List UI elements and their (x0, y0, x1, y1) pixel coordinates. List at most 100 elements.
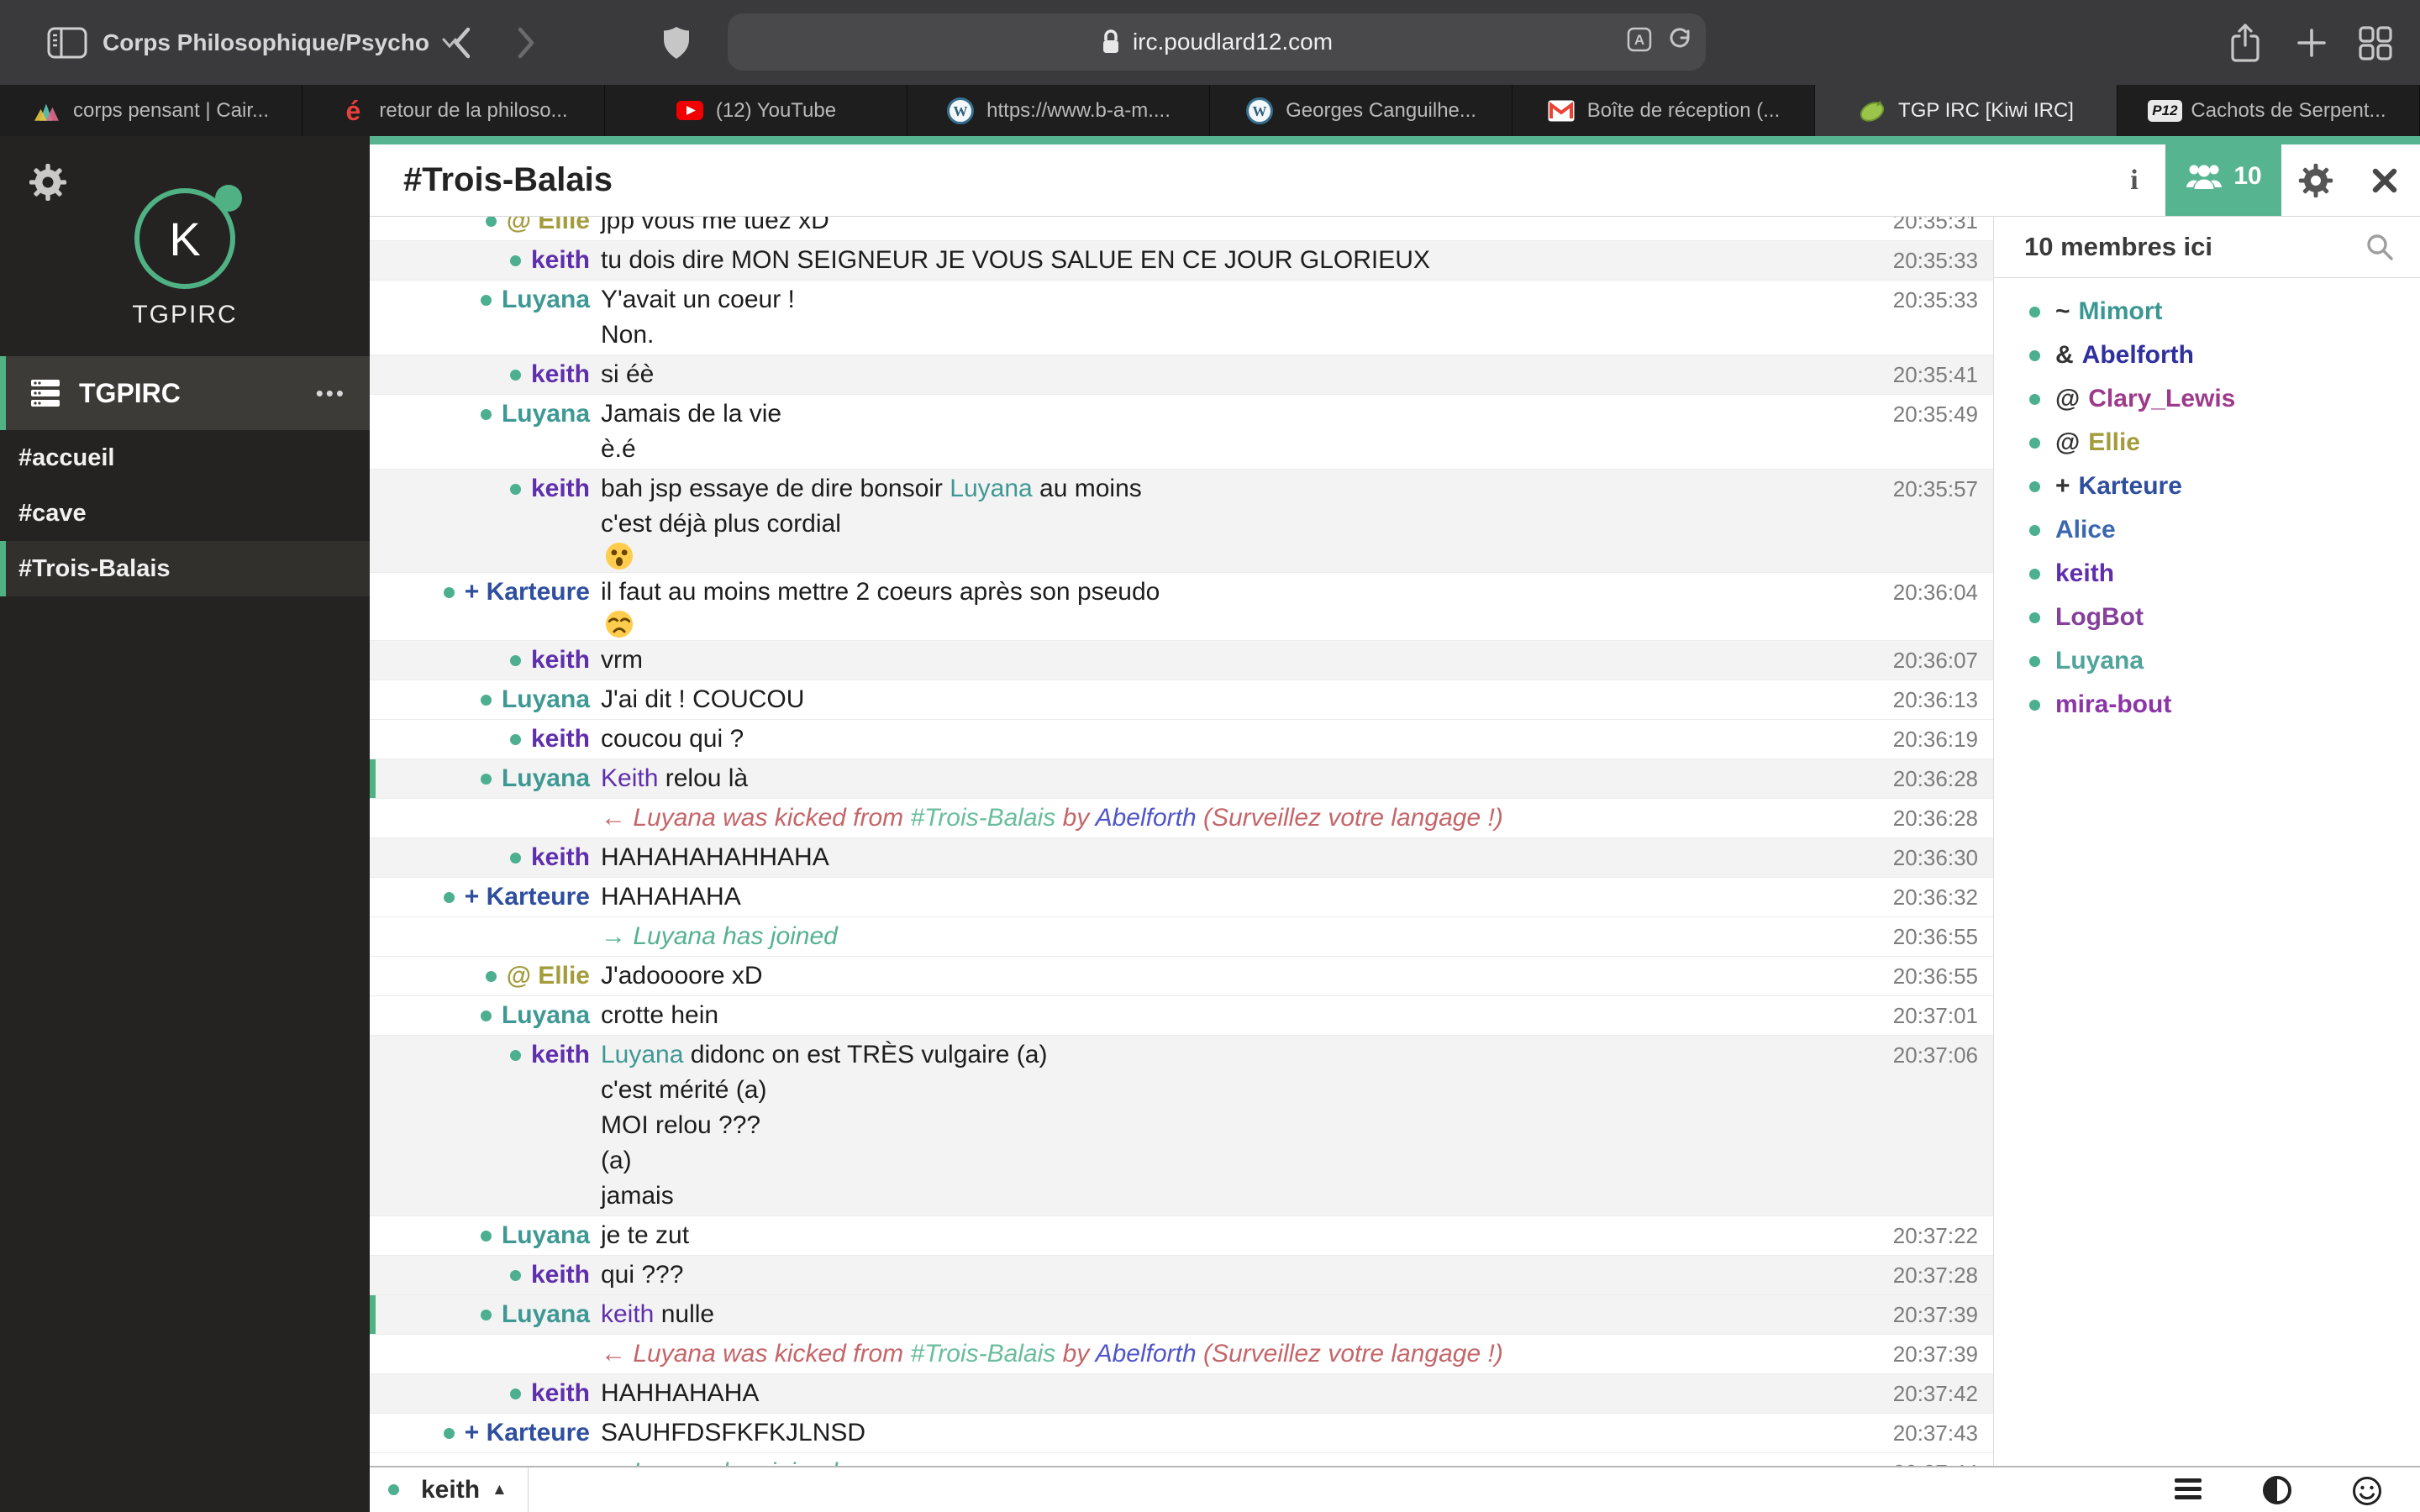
theme-contrast-icon[interactable] (2262, 1475, 2292, 1505)
message-text: Y'avait un coeur ! Non. (601, 286, 795, 349)
message-nick[interactable]: Luyana (502, 1300, 590, 1328)
translate-icon[interactable]: A (1627, 27, 1652, 52)
tab-overview-icon[interactable] (2358, 25, 2393, 60)
browser-tab-2[interactable]: é retour de la philoso... (302, 85, 605, 136)
privacy-shield-icon[interactable] (662, 25, 691, 60)
new-tab-icon[interactable] (2296, 27, 2328, 59)
input-divider (528, 1467, 529, 1512)
nick-mention[interactable]: Keith (601, 764, 658, 792)
member-item-Ellie[interactable]: @ Ellie (1994, 421, 2420, 465)
message-text: Keith relou là (601, 764, 749, 792)
presence-dot-icon (2029, 349, 2040, 361)
channel-settings-gear-icon[interactable] (2291, 144, 2341, 216)
nick-mention[interactable]: (Surveillez votre langage !) (1197, 1340, 1503, 1368)
mode-prefix: + (2055, 472, 2070, 500)
member-name: Alice (2055, 516, 2116, 543)
timestamp: 20:35:31 (1892, 217, 1978, 234)
member-item-Alice[interactable]: Alice (1994, 508, 2420, 552)
sidebar-channel-cave[interactable]: #cave (0, 486, 370, 541)
nick-mention[interactable]: → Luyana has joined (601, 1458, 838, 1466)
message-text: J'ai dit ! COUCOU (601, 685, 805, 713)
nick-mention[interactable]: Luyana (950, 475, 1032, 502)
message-nick[interactable]: keith (531, 646, 590, 674)
message-nick[interactable]: Luyana (502, 685, 590, 713)
tab-group-menu[interactable]: Corps Philosophique/Psycho (103, 0, 458, 85)
nick-mention[interactable]: ← Luyana was kicked from (601, 1340, 910, 1368)
address-bar[interactable]: irc.poudlard12.com A (728, 13, 1706, 71)
message-nick[interactable]: keith (531, 1041, 590, 1068)
presence-dot-icon (509, 853, 521, 864)
message-nick[interactable]: Luyana (502, 286, 590, 313)
member-item-keith[interactable]: keith (1994, 552, 2420, 596)
message-nick[interactable]: Luyana (502, 1001, 590, 1029)
channel-info-button[interactable]: i (2109, 144, 2160, 216)
menu-hamburger-icon[interactable] (2173, 1475, 2203, 1504)
message-nick[interactable]: Luyana (502, 1221, 590, 1249)
member-item-Luyana[interactable]: Luyana (1994, 639, 2420, 683)
browser-tab-7[interactable]: TGP IRC [Kiwi IRC] (1815, 85, 2118, 136)
message-nick[interactable]: Luyana (502, 764, 590, 792)
sidebar-channel-accueil[interactable]: #accueil (0, 430, 370, 486)
message-nick[interactable]: keith (531, 843, 590, 871)
browser-tab-6[interactable]: Boîte de réception (... (1512, 85, 1815, 136)
member-list-button[interactable]: 10 (2165, 136, 2281, 216)
sidebar-toggle-icon[interactable] (47, 27, 87, 59)
message-nick[interactable]: + Karteure (465, 883, 590, 911)
message-input[interactable] (546, 1467, 2118, 1512)
message-nick[interactable]: + Karteure (465, 578, 590, 606)
message-row: Luyana Keith relou là 20:36:28 (370, 759, 1993, 799)
browser-tab-5[interactable]: W Georges Canguilhe... (1210, 85, 1512, 136)
presence-dot-icon (485, 217, 497, 227)
search-icon[interactable] (2365, 232, 2395, 262)
nick-mention[interactable]: by (1055, 1340, 1095, 1368)
message-nick[interactable]: keith (531, 1379, 590, 1407)
network-row[interactable]: TGPIRC ••• (0, 356, 370, 430)
message-gutter: keith (370, 471, 590, 507)
nick-mention[interactable]: → Luyana has joined (601, 922, 838, 950)
current-nick-control[interactable]: keith ▲ (388, 1467, 508, 1512)
message-nick[interactable]: keith (531, 360, 590, 388)
svg-text:W: W (954, 103, 968, 119)
member-item-LogBot[interactable]: LogBot (1994, 596, 2420, 639)
nick-mention[interactable]: #Trois-Balais (910, 804, 1055, 832)
message-nick[interactable]: Luyana (502, 400, 590, 428)
nick-mention[interactable]: #Trois-Balais (910, 1340, 1055, 1368)
share-icon[interactable] (2228, 22, 2262, 64)
browser-tab-4[interactable]: Whttps://www.b-a-m.... (908, 85, 1210, 136)
browser-tab-8[interactable]: P12 Cachots de Serpent... (2118, 85, 2420, 136)
app-settings-gear-icon[interactable] (29, 163, 67, 202)
message-nick[interactable]: keith (531, 475, 590, 502)
forward-button[interactable] (514, 25, 538, 60)
message-nick[interactable]: keith (531, 246, 590, 274)
nick-mention[interactable]: Abelforth (1096, 1340, 1197, 1368)
member-item-mira-bout[interactable]: mira-bout (1994, 683, 2420, 727)
message-text: si éè (601, 360, 655, 388)
message-nick[interactable]: keith (531, 725, 590, 753)
nick-mention[interactable]: Luyana (601, 1041, 683, 1068)
network-menu-icon[interactable]: ••• (316, 381, 346, 407)
close-channel-icon[interactable] (2360, 144, 2410, 216)
browser-tab-1[interactable]: corps pensant | Cair... (0, 85, 302, 136)
message-list[interactable]: @ Ellie jpp vous me tuez xD 20:35:31 keith t… (370, 217, 1993, 1466)
back-button[interactable] (450, 25, 474, 60)
emoji-picker-icon[interactable] (2351, 1475, 2383, 1507)
message-nick[interactable]: @ Ellie (507, 217, 590, 234)
nick-mention[interactable]: Abelforth (1096, 804, 1197, 832)
nick-mention[interactable]: keith (601, 1300, 654, 1328)
open-mouth-emoji (605, 542, 634, 570)
member-item-Karteure[interactable]: + Karteure (1994, 465, 2420, 508)
browser-tab-3[interactable]: (12) YouTube (605, 85, 908, 136)
gmail-favicon (1547, 97, 1576, 125)
presence-dot-icon (2029, 524, 2040, 536)
message-nick[interactable]: keith (531, 1261, 590, 1289)
reload-icon[interactable] (1667, 26, 1694, 53)
message-nick[interactable]: @ Ellie (507, 962, 590, 990)
member-item-Mimort[interactable]: ~ Mimort (1994, 290, 2420, 333)
member-item-Clary_Lewis[interactable]: @ Clary_Lewis (1994, 377, 2420, 421)
sidebar-channel-Trois-Balais[interactable]: #Trois-Balais (0, 541, 370, 596)
message-nick[interactable]: + Karteure (465, 1419, 590, 1446)
nick-mention[interactable]: (Surveillez votre langage !) (1197, 804, 1503, 832)
nick-mention[interactable]: by (1055, 804, 1095, 832)
nick-mention[interactable]: ← Luyana was kicked from (601, 804, 910, 832)
member-item-Abelforth[interactable]: & Abelforth (1994, 333, 2420, 377)
